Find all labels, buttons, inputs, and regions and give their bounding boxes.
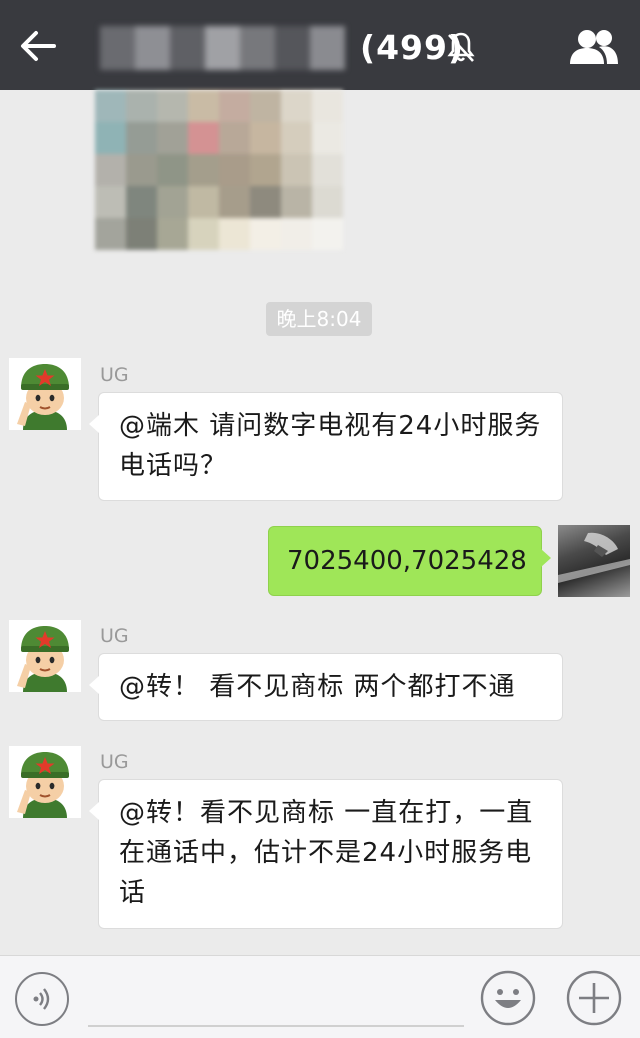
message-bubble[interactable]: @转！ 看不见商标 两个都打不通 [89, 653, 563, 721]
sender-name: UG [100, 364, 129, 386]
soldier-avatar-icon [9, 358, 81, 430]
smile-icon[interactable] [480, 970, 536, 1026]
sender-name: UG [100, 625, 129, 647]
message-input[interactable] [88, 1025, 464, 1027]
soldier-avatar-icon [9, 620, 81, 692]
message-text-line: 话 [119, 878, 147, 908]
message-bubble[interactable]: @转！看不见商标 一直在打，一直 在通话中，估计不是24小时服务电 话 [89, 779, 563, 929]
my-avatar[interactable] [558, 525, 630, 597]
message-text-line: 在通话中，估计不是24小时服务电 [119, 838, 533, 868]
message-bubble[interactable]: @端木 请问数字电视有24小时服务 电话吗？ [89, 392, 563, 501]
message-text-line: @端木 请问数字电视有24小时服务 [119, 411, 542, 441]
photo-avatar-icon [558, 532, 630, 583]
sender-name: UG [100, 751, 129, 773]
shared-image-blurred[interactable] [95, 90, 343, 250]
message-text-line: 电话吗？ [119, 451, 228, 481]
group-title-blurred [100, 26, 345, 70]
avatar[interactable] [9, 620, 81, 692]
message-text: 7025400,7025428 [287, 546, 527, 576]
plus-icon[interactable] [566, 970, 622, 1026]
time-stamp: 晚上8:04 [266, 302, 372, 336]
avatar[interactable] [9, 746, 81, 818]
message-text-line: @转！看不见商标 一直在打，一直 [119, 798, 534, 828]
voice-button[interactable] [15, 972, 69, 1026]
group-icon[interactable] [568, 28, 620, 66]
input-bar [0, 955, 640, 1038]
soldier-avatar-icon [9, 746, 81, 818]
own-message-bubble[interactable]: 7025400,7025428 [268, 526, 551, 596]
chat-header: (499) [0, 0, 640, 90]
message-text-line: @转！ 看不见商标 两个都打不通 [119, 672, 516, 702]
voice-icon [33, 988, 50, 1010]
bell-off-icon [447, 32, 475, 62]
arrow-left-icon[interactable] [20, 30, 56, 62]
avatar[interactable] [9, 358, 81, 430]
